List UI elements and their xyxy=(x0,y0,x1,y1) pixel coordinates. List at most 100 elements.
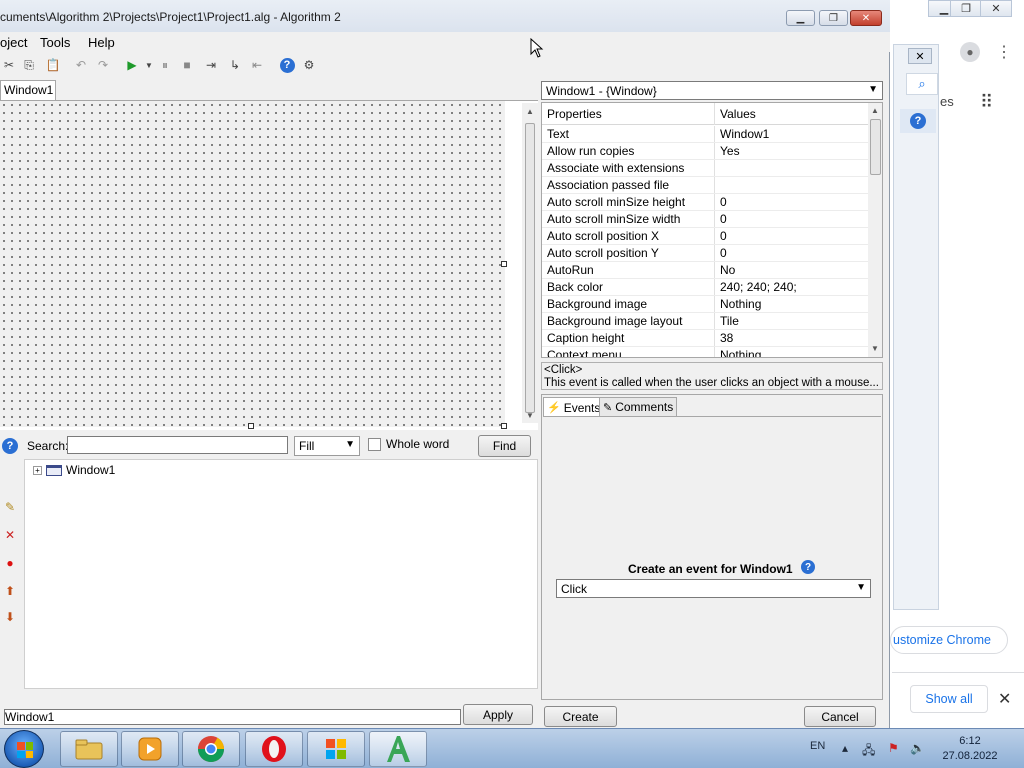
show-hidden-icons-icon[interactable]: ▴ xyxy=(842,741,848,755)
tab-comments[interactable]: ✎ Comments xyxy=(599,397,678,417)
property-value[interactable]: Window1 xyxy=(715,126,868,142)
paste-icon[interactable]: 📋 xyxy=(44,56,62,74)
create-button[interactable]: Create xyxy=(544,706,617,727)
apps-grid-icon[interactable]: ⠿ xyxy=(980,92,993,113)
object-select[interactable]: Window1 - {Window} ▼ xyxy=(541,81,883,100)
property-row[interactable]: Auto scroll position X0 xyxy=(542,228,868,245)
tree-node-window1[interactable]: + Window1 xyxy=(33,462,115,478)
property-row[interactable]: Background image layout Tile xyxy=(542,313,868,330)
name-input[interactable] xyxy=(4,709,461,725)
property-value[interactable]: Yes xyxy=(715,143,868,159)
scroll-down-icon[interactable]: ▼ xyxy=(526,411,534,420)
chrome-menu-icon[interactable]: ⋮ xyxy=(996,42,1012,62)
network-icon[interactable]: 🖧 xyxy=(862,741,875,762)
chrome-maximize-button[interactable]: ❐ xyxy=(950,0,982,17)
search-icon[interactable]: ⌕ xyxy=(906,73,938,95)
property-value[interactable]: 240; 240; 240; xyxy=(715,279,868,295)
whole-word-checkbox[interactable] xyxy=(368,438,381,451)
tab-window1[interactable]: Window1 xyxy=(0,80,56,100)
property-value[interactable]: 0 xyxy=(715,228,868,244)
property-value[interactable]: 0 xyxy=(715,211,868,227)
expand-icon[interactable]: + xyxy=(33,465,42,475)
explorer-icon[interactable] xyxy=(60,731,118,767)
property-row[interactable]: Background image Nothing xyxy=(542,296,868,313)
property-row[interactable]: Caption height 38 xyxy=(542,330,868,347)
run-icon[interactable]: ▶ xyxy=(123,56,141,74)
scroll-up-icon[interactable]: ▲ xyxy=(871,106,879,115)
property-value[interactable]: 0 xyxy=(715,245,868,261)
undo-icon[interactable]: ↶ xyxy=(72,56,90,74)
chrome-icon[interactable] xyxy=(182,731,240,767)
property-row[interactable]: Auto scroll position Y0 xyxy=(542,245,868,262)
scroll-thumb[interactable] xyxy=(870,119,881,175)
media-player-icon[interactable] xyxy=(121,731,179,767)
move-up-icon[interactable]: ⬆ xyxy=(2,583,18,599)
property-row[interactable]: Association passed file xyxy=(542,177,868,194)
close-icon[interactable]: ✕ xyxy=(908,48,932,64)
title-bar[interactable]: cuments\Algorithm 2\Projects\Project1\Pr… xyxy=(0,0,890,32)
resize-handle-bottom[interactable] xyxy=(248,423,254,429)
property-value[interactable]: Tile xyxy=(715,313,868,329)
delete-icon[interactable]: ✕ xyxy=(2,527,18,543)
minimize-button[interactable]: ▁ xyxy=(786,10,815,26)
property-value[interactable]: 0 xyxy=(715,194,868,210)
step-over-icon[interactable]: ↳ xyxy=(226,56,244,74)
search-mode-select[interactable]: Fill ▼ xyxy=(294,436,360,456)
start-button[interactable] xyxy=(4,730,44,768)
step-into-icon[interactable]: ⇥ xyxy=(202,56,220,74)
form-canvas[interactable] xyxy=(0,101,505,427)
tab-events[interactable]: ⚡ Events xyxy=(543,397,605,417)
stop-icon[interactable]: ■ xyxy=(178,56,196,74)
property-row[interactable]: Associate with extensions xyxy=(542,160,868,177)
pencil-icon[interactable]: ✎ xyxy=(2,499,18,515)
store-icon[interactable] xyxy=(307,731,365,767)
resize-handle-right[interactable] xyxy=(501,261,507,267)
step-out-icon[interactable]: ⇤ xyxy=(248,56,266,74)
copy-icon[interactable]: ⎘ xyxy=(20,56,38,74)
property-row[interactable]: Context menu Nothing xyxy=(542,347,868,357)
customize-chrome-button[interactable]: ustomize Chrome xyxy=(890,626,1008,654)
property-row[interactable]: Auto scroll minSize height 0 xyxy=(542,194,868,211)
language-indicator[interactable]: EN xyxy=(810,740,825,752)
close-icon[interactable]: ✕ xyxy=(998,689,1011,709)
designer-scrollbar[interactable]: ▲ ▼ xyxy=(522,103,538,423)
scroll-up-icon[interactable]: ▲ xyxy=(526,107,534,116)
resize-handle-corner[interactable] xyxy=(501,423,507,429)
record-icon[interactable]: ● xyxy=(2,555,18,571)
clock[interactable]: 6:12 27.08.2022 xyxy=(940,734,1000,764)
event-select[interactable]: Click ▼ xyxy=(556,579,871,598)
scroll-down-icon[interactable]: ▼ xyxy=(871,344,879,353)
volume-icon[interactable]: 🔈 xyxy=(910,741,925,755)
properties-scrollbar[interactable]: ▲ ▼ xyxy=(868,103,882,357)
property-value[interactable] xyxy=(715,177,868,193)
show-all-button[interactable]: Show all xyxy=(910,685,988,713)
menu-help[interactable]: Help xyxy=(88,35,115,50)
profile-icon[interactable]: ● xyxy=(960,42,980,62)
menu-project[interactable]: oject xyxy=(0,35,27,50)
menu-tools[interactable]: Tools xyxy=(40,35,70,50)
scroll-thumb[interactable] xyxy=(525,123,535,413)
search-input[interactable] xyxy=(67,436,288,454)
property-row[interactable]: AutoRun No xyxy=(542,262,868,279)
property-value[interactable]: 38 xyxy=(715,330,868,346)
property-row[interactable]: Allow run copies Yes xyxy=(542,143,868,160)
chrome-close-button[interactable]: ✕ xyxy=(980,0,1012,17)
flag-icon[interactable]: ⚑ xyxy=(888,741,899,755)
help-icon[interactable]: ? xyxy=(2,438,18,454)
help-icon[interactable]: ? xyxy=(801,560,815,574)
cancel-button[interactable]: Cancel xyxy=(804,706,876,727)
settings-icon[interactable]: ⚙ xyxy=(300,56,318,74)
find-button[interactable]: Find xyxy=(478,435,531,457)
help-icon[interactable]: ? xyxy=(278,56,296,74)
property-value[interactable]: No xyxy=(715,262,868,278)
help-icon[interactable]: ? xyxy=(900,109,936,133)
close-button[interactable]: ✕ xyxy=(850,10,882,26)
maximize-button[interactable]: ❐ xyxy=(819,10,848,26)
pause-icon[interactable]: ⏸ xyxy=(156,56,174,74)
property-row[interactable]: Text Window1 xyxy=(542,126,868,143)
property-row[interactable]: Auto scroll minSize width 0 xyxy=(542,211,868,228)
redo-icon[interactable]: ↷ xyxy=(94,56,112,74)
property-row[interactable]: Back color 240; 240; 240; xyxy=(542,279,868,296)
property-value[interactable]: Nothing xyxy=(715,296,868,312)
algorithm-icon[interactable] xyxy=(369,731,427,767)
